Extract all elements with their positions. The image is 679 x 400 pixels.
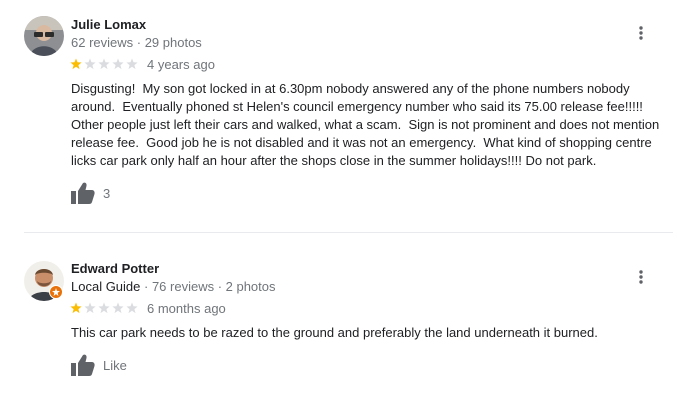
reviewer-meta: Local Guide · 76 reviews · 2 photos [71, 279, 276, 294]
star-empty-icon [98, 302, 110, 314]
local-guide-label: Local Guide [71, 279, 141, 294]
review-time: 6 months ago [147, 301, 226, 316]
like-button[interactable]: Like [71, 354, 127, 376]
reviewer-name[interactable]: Edward Potter [71, 261, 159, 276]
star-rating [70, 58, 138, 70]
local-guide-badge-icon [49, 285, 63, 299]
reviewer-meta: 62 reviews · 29 photos [71, 35, 202, 50]
reviewer-stats: · 76 reviews · 2 photos [140, 279, 276, 294]
thumb-up-icon [71, 354, 95, 376]
star-empty-icon [84, 58, 96, 70]
star-empty-icon [84, 302, 96, 314]
star-empty-icon [112, 302, 124, 314]
more-options-button[interactable] [630, 266, 652, 288]
like-label: Like [103, 357, 127, 373]
star-filled-icon [70, 302, 82, 314]
more-vert-icon [639, 270, 643, 284]
star-empty-icon [126, 58, 138, 70]
reviewer-name[interactable]: Julie Lomax [71, 17, 146, 32]
review-text: Disgusting! My son got locked in at 6.30… [71, 81, 660, 168]
star-empty-icon [98, 58, 110, 70]
review-time: 4 years ago [147, 57, 215, 72]
like-button[interactable]: 3 [71, 182, 110, 204]
more-vert-icon [639, 26, 643, 40]
star-empty-icon [112, 58, 124, 70]
review-divider [24, 232, 673, 233]
star-filled-icon [70, 58, 82, 70]
star-rating [70, 302, 138, 314]
reviewer-avatar[interactable] [24, 16, 64, 56]
more-options-button[interactable] [630, 22, 652, 44]
like-count: 3 [103, 185, 111, 201]
star-empty-icon [126, 302, 138, 314]
thumb-up-icon [71, 182, 95, 204]
review-text: This car park needs to be razed to the g… [71, 325, 598, 340]
